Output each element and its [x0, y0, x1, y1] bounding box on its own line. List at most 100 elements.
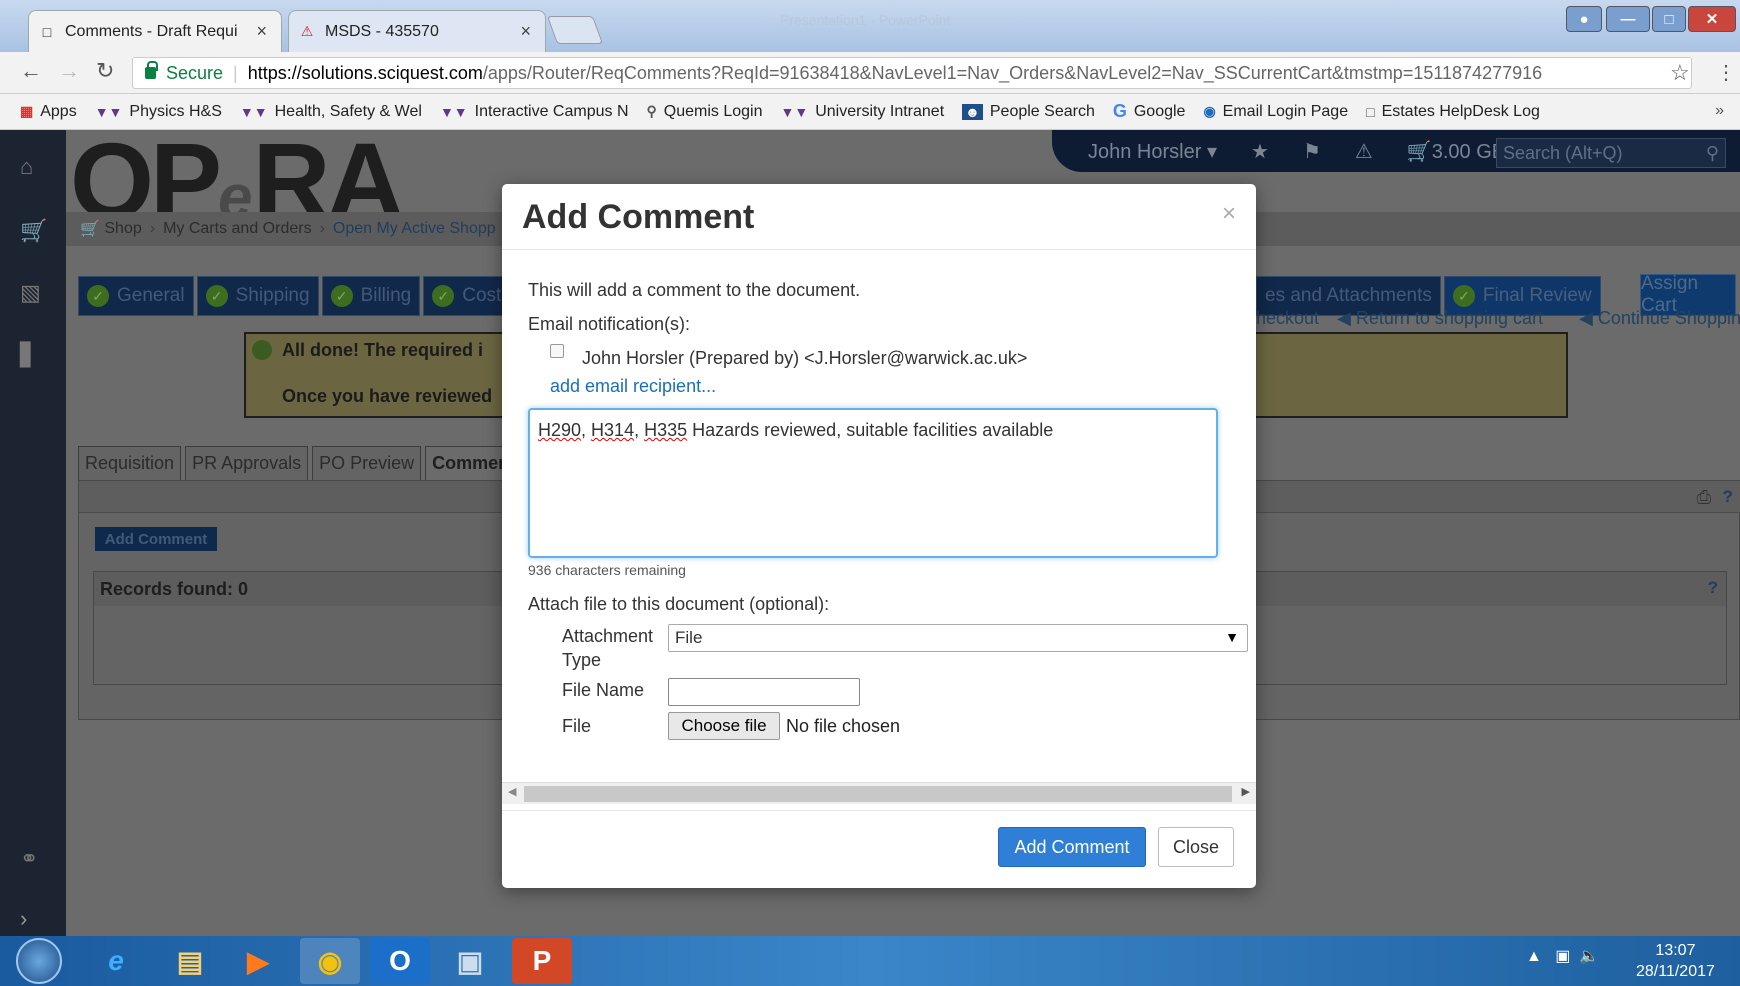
expand-chevron-icon[interactable]: › [20, 906, 27, 932]
minimize-icon[interactable]: — [1606, 6, 1650, 32]
notifications-icon[interactable]: ⚠ [1355, 139, 1373, 164]
step-billing[interactable]: ✓ Billing [321, 276, 421, 316]
reload-icon[interactable]: ↻ [96, 58, 114, 84]
tab-po-preview[interactable]: PO Preview [312, 446, 422, 480]
outlook-icon[interactable]: O [370, 938, 430, 984]
recipient-checkbox[interactable] [550, 344, 564, 358]
msds-icon: ⚠ [300, 23, 314, 39]
cart-icon[interactable]: 🛒 [20, 218, 47, 244]
tab-requisition[interactable]: Requisition [78, 446, 182, 480]
bookmark-estates[interactable]: □ Estates HelpDesk Log [1366, 103, 1540, 121]
documents-icon[interactable]: ▧ [20, 280, 41, 306]
chevron-right-icon: › [149, 220, 156, 237]
document-icon: □ [1366, 103, 1375, 120]
attachment-type-label-line2: Type [562, 650, 602, 670]
user-menu[interactable]: John Horsler ▾ [1088, 139, 1217, 164]
browser-menu-icon[interactable]: ⋮ [1716, 60, 1736, 85]
print-icon[interactable]: ⎙ [1697, 487, 1711, 508]
email-notification-label: Email notification(s): [528, 314, 691, 334]
close-tab-icon[interactable]: × [256, 21, 267, 42]
file-name-label: File Name [562, 680, 645, 700]
powerpoint-icon[interactable]: P [512, 938, 572, 984]
bookmarks-more-icon[interactable]: » [1715, 102, 1724, 120]
bookmark-health-safety[interactable]: ▼▼ Health, Safety & Wel [240, 103, 422, 121]
binoculars-icon[interactable]: ⚭ [20, 846, 38, 872]
back-icon[interactable]: ← [20, 58, 42, 84]
scrollbar-thumb[interactable] [524, 786, 1232, 802]
return-cart-link[interactable]: ◀ Return to shopping cart [1337, 308, 1561, 329]
add-comment-background-button[interactable]: Add Comment [95, 527, 217, 551]
close-button[interactable]: Close [1158, 827, 1234, 867]
check-circle-icon [252, 340, 272, 360]
app-search-input[interactable]: Search (Alt+Q) ⚲ [1496, 138, 1726, 168]
comment-textarea[interactable]: H290, H314, H335 Hazards reviewed, suita… [528, 408, 1218, 558]
system-tray: ▲ ▣ 🔈 [1526, 946, 1599, 966]
url-field[interactable]: Secure | https://solutions.sciquest.com /… [132, 57, 1692, 89]
forward-icon[interactable]: → [58, 58, 80, 84]
tab-msds[interactable]: ⚠ MSDS - 435570 × [288, 10, 546, 52]
favorites-icon[interactable]: ★ [1251, 139, 1269, 164]
internet-explorer-icon[interactable]: e [86, 938, 146, 984]
secure-label: Secure [166, 62, 224, 83]
clock[interactable]: 13:07 28/11/2017 [1636, 940, 1715, 982]
bookmark-people-search[interactable]: ☻ People Search [962, 103, 1095, 121]
left-sidebar: ⌂ 🛒 ▧ ▋ ⚭ › [0, 130, 66, 936]
breadcrumb-active-cart[interactable]: Open My Active Shopp [333, 220, 496, 238]
step-general[interactable]: ✓ General [78, 276, 194, 316]
bookmark-physics[interactable]: ▼▼ Physics H&S [95, 103, 222, 121]
reports-icon[interactable]: ▋ [20, 342, 37, 368]
bookmark-google[interactable]: G Google [1113, 101, 1186, 122]
close-tab-icon[interactable]: × [520, 21, 531, 42]
warwick-icon: ▼▼ [780, 103, 809, 120]
checkout-link[interactable]: heckout [1256, 308, 1319, 329]
dropdown-arrow-icon: ▼ [1225, 629, 1239, 645]
attachment-type-select[interactable]: File ▼ [668, 624, 1248, 652]
bookmark-intranet[interactable]: ▼▼ University Intranet [780, 103, 944, 121]
network-icon[interactable]: ▣ [1555, 948, 1570, 965]
bookmark-apps[interactable]: ▦ Apps [20, 103, 77, 121]
notice-line-1: All done! The required i [282, 340, 484, 360]
search-icon[interactable]: ⚲ [1706, 143, 1719, 164]
bookmark-interactive-campus[interactable]: ▼▼ Interactive Campus N [440, 103, 629, 121]
bookmark-email-login[interactable]: ◉ Email Login Page [1203, 103, 1348, 121]
step-cost[interactable]: ✓ Cost [423, 276, 511, 316]
step-shipping[interactable]: ✓ Shipping [196, 276, 319, 316]
user-icon[interactable]: ● [1566, 6, 1602, 32]
secure-indicator[interactable]: Secure [145, 61, 224, 84]
tab-pr-approvals[interactable]: PR Approvals [185, 446, 309, 480]
media-player-icon[interactable]: ▶ [228, 938, 288, 984]
continue-shopping-link[interactable]: ◀ Continue Shopping [1579, 308, 1740, 329]
picture-viewer-icon[interactable]: ▣ [440, 938, 500, 984]
scroll-left-icon[interactable]: ◀ [508, 785, 516, 798]
browser-tab-bar: □ Comments - Draft Requi × ⚠ MSDS - 4355… [0, 0, 1740, 52]
close-icon[interactable]: × [1222, 200, 1236, 228]
tab-comments[interactable]: □ Comments - Draft Requi × [28, 10, 282, 52]
check-icon: ✓ [1452, 285, 1475, 307]
choose-file-button[interactable]: Choose file [668, 712, 780, 740]
window-close-icon[interactable]: ✕ [1688, 6, 1736, 32]
home-icon[interactable]: ⌂ [20, 154, 33, 180]
start-button[interactable] [16, 938, 62, 984]
horizontal-scrollbar[interactable]: ◀ ▶ [502, 782, 1256, 804]
volume-icon[interactable]: 🔈 [1579, 948, 1599, 965]
add-comment-button[interactable]: Add Comment [998, 827, 1146, 867]
file-explorer-icon[interactable]: ▤ [160, 938, 220, 984]
breadcrumb-shop[interactable]: Shop [104, 220, 141, 238]
address-bar-row: ← → ↻ Secure | https://solutions.sciques… [0, 52, 1740, 94]
flag-icon[interactable]: ⚑ [1303, 139, 1321, 164]
warwick-icon: ▼▼ [239, 103, 268, 120]
file-label: File [562, 716, 592, 736]
maximize-icon[interactable]: □ [1652, 6, 1686, 32]
add-comment-modal: Add Comment × This will add a comment to… [502, 184, 1256, 888]
bookmark-quemis[interactable]: ⚲ Quemis Login [647, 103, 763, 121]
breadcrumb-carts[interactable]: My Carts and Orders [163, 220, 311, 238]
scroll-right-icon[interactable]: ▶ [1242, 785, 1250, 798]
chrome-icon[interactable]: ◉ [300, 938, 360, 984]
new-tab-button[interactable] [546, 16, 604, 44]
tray-expand-icon[interactable]: ▲ [1526, 948, 1542, 965]
help-icon[interactable]: ? [1723, 487, 1733, 507]
help-icon[interactable]: ? [1708, 578, 1718, 598]
bookmark-star-icon[interactable]: ☆ [1670, 60, 1690, 86]
file-name-input[interactable] [668, 678, 860, 706]
add-email-recipient-link[interactable]: add email recipient... [550, 376, 716, 397]
